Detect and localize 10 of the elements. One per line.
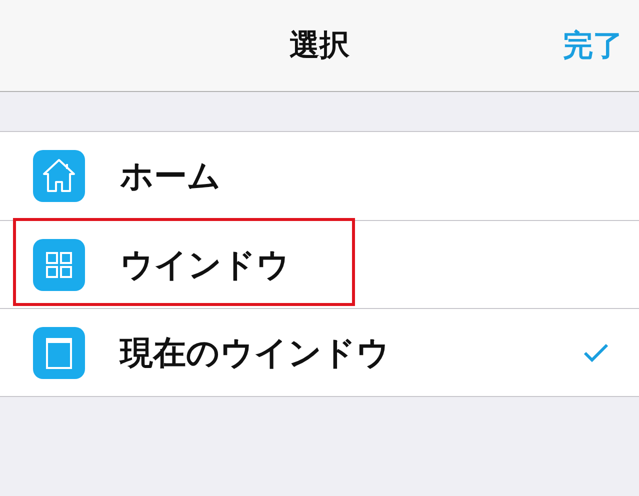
item-label: ウインドウ (120, 244, 291, 286)
nav-title: 選択 (290, 27, 350, 65)
item-label: ホーム (120, 155, 222, 198)
grid-icon (33, 238, 85, 290)
list-item[interactable]: ウインドウ (0, 220, 639, 308)
list-item[interactable]: 現在のウインドウ (0, 308, 639, 396)
house-icon (33, 150, 85, 202)
list-item[interactable]: ホーム (0, 132, 639, 220)
window-icon (33, 326, 85, 378)
item-label: 現在のウインドウ (120, 332, 391, 374)
